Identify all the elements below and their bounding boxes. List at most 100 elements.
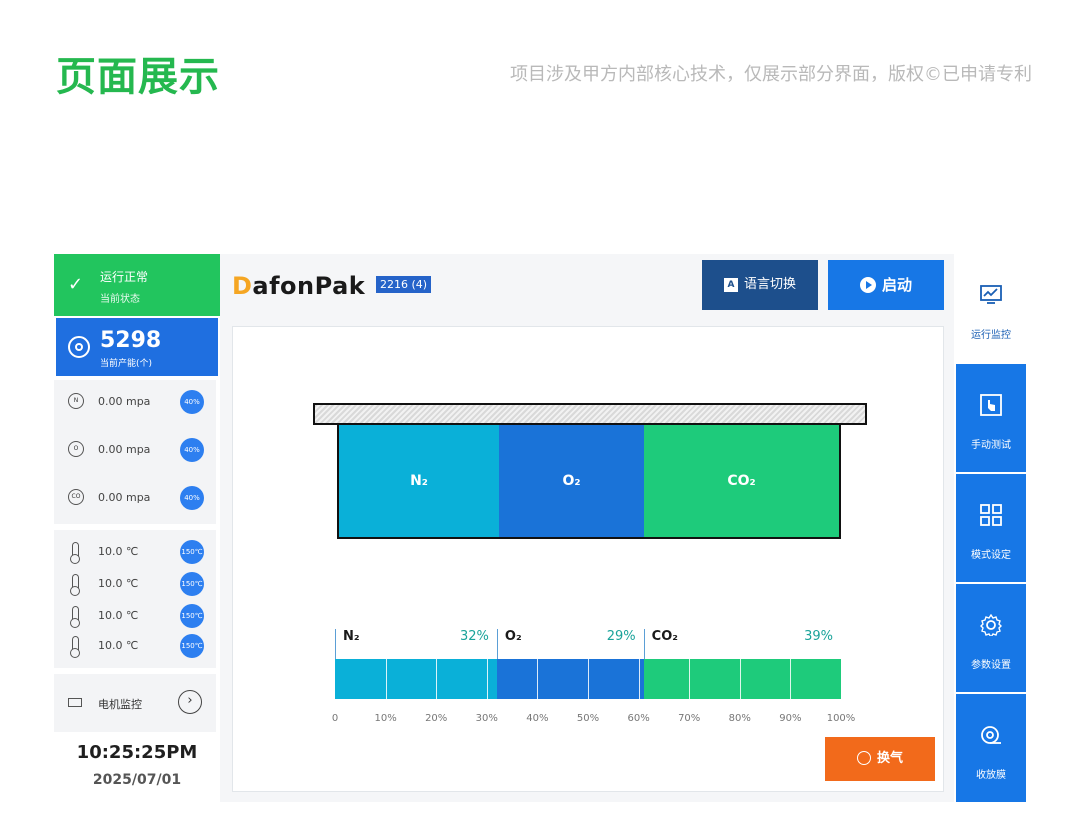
temp-badge: 150℃ — [180, 634, 204, 658]
production-icon — [68, 336, 90, 358]
gas-value: 0.00 mpa — [98, 395, 151, 408]
axis-tick — [638, 659, 640, 699]
axis-tick — [588, 659, 589, 699]
gas-badge: 40% — [180, 438, 204, 462]
tray-segment-0: N₂ — [339, 425, 499, 537]
version-badge: 2216 (4) — [376, 276, 432, 293]
brand-logo-d: D — [232, 272, 253, 300]
bar-series-pct: 32% — [460, 629, 489, 644]
temp-badge: 150℃ — [180, 572, 204, 596]
axis-tick — [537, 659, 539, 699]
thermometer-icon — [70, 542, 80, 564]
bar-divider — [496, 629, 498, 659]
nav-item-label: 模式设定 — [971, 550, 1011, 561]
nav-item-2[interactable]: 模式设定 — [956, 474, 1026, 582]
axis-tick-label: 60% — [627, 713, 650, 724]
axis-tick-label: 50% — [576, 713, 600, 724]
temp-badge: 150℃ — [180, 540, 204, 564]
tray-lid — [313, 403, 867, 425]
temperature-card: 10.0 ℃ 150℃ 10.0 ℃ 150℃ 10.0 ℃ 150℃ 10.0… — [54, 530, 216, 668]
check-icon: ✓ — [68, 274, 84, 295]
language-switch-button[interactable]: A 语言切换 — [702, 260, 818, 310]
temp-row: 10.0 ℃ 150℃ — [66, 604, 216, 628]
temp-value: 10.0 ℃ — [98, 545, 139, 558]
tray-segment-2: CO₂ — [644, 425, 839, 537]
bar-series-name: O₂ — [504, 629, 522, 644]
motor-label: 电机监控 — [98, 698, 142, 711]
axis-tick-label: 30% — [475, 713, 498, 724]
axis-tick-label: 90% — [779, 713, 802, 724]
bar-divider — [335, 629, 336, 659]
status-card: ✓ 运行正常 当前状态 — [54, 254, 220, 316]
ventilate-button[interactable]: 换气 — [825, 737, 935, 781]
temp-value: 10.0 ℃ — [98, 609, 139, 622]
bar-fill-2 — [643, 659, 841, 699]
film-roll-icon — [980, 724, 1002, 746]
motor-monitor-card[interactable]: 电机监控 › — [54, 674, 216, 732]
start-button[interactable]: 启动 — [828, 260, 944, 310]
nav-item-label: 收放膜 — [976, 770, 1006, 781]
axis-tick-label: 0 — [331, 713, 339, 724]
status-subtitle: 当前状态 — [100, 294, 140, 305]
temp-row: 10.0 ℃ 150℃ — [66, 540, 216, 564]
capacity-label: 当前产能(个) — [100, 359, 153, 369]
start-label: 启动 — [881, 276, 912, 294]
copyright-note: 项目涉及甲方内部核心技术，仅展示部分界面，版权©已申请专利 — [510, 64, 1032, 85]
thermometer-icon — [70, 636, 80, 658]
temp-value: 10.0 ℃ — [98, 639, 139, 652]
tray-body: N₂ O₂ CO₂ — [337, 425, 841, 539]
gas-row-n2: N 0.00 mpa 40% — [66, 390, 216, 414]
page-title: 页面展示 — [56, 54, 220, 100]
axis-tick — [436, 659, 438, 699]
bar-fill-0 — [335, 659, 497, 699]
translate-icon: A — [723, 277, 738, 292]
axis-tick — [739, 659, 741, 699]
clock: 10:25:25PM 2025/07/01 — [54, 738, 220, 802]
brand-logo-text: afonPak — [252, 272, 366, 300]
temp-row: 10.0 ℃ 150℃ — [66, 572, 216, 596]
nav-item-1[interactable]: 手动测试 — [956, 364, 1026, 472]
axis-tick — [790, 659, 792, 699]
axis-tick — [486, 659, 488, 699]
nav-item-3[interactable]: 参数设置 — [956, 584, 1026, 692]
axis-tick — [385, 659, 387, 699]
airflow-icon — [856, 750, 871, 765]
nav-item-label: 参数设置 — [971, 660, 1011, 671]
capacity-card: 5298 当前产能(个) — [56, 318, 218, 376]
clock-time: 10:25:25PM — [76, 742, 198, 763]
bar-series-pct: 29% — [606, 629, 636, 644]
language-switch-label: 语言切换 — [743, 277, 796, 292]
gas-ratio-chart: N₂ 32% O₂ 29% CO₂ 39% 0 10% 20% 30% 40% 50% 60% 70% 80… — [332, 629, 855, 724]
nav-item-label: 手动测试 — [971, 440, 1011, 451]
play-icon — [859, 276, 876, 293]
gas-badge: 40% — [180, 486, 204, 510]
grid-icon — [980, 504, 1002, 526]
co2-icon: CO — [68, 489, 84, 505]
gas-badge: 40% — [180, 390, 204, 414]
n2-icon: N — [68, 393, 84, 409]
gear-icon — [980, 613, 1002, 639]
gas-value: 0.00 mpa — [98, 491, 151, 504]
nav-item-0[interactable]: 运行监控 — [956, 254, 1026, 362]
gas-row-o2: O 0.00 mpa 40% — [66, 438, 216, 462]
motor-open-button[interactable]: › — [178, 690, 202, 714]
axis-tick-label: 20% — [425, 713, 448, 724]
bar-fill-1 — [496, 659, 644, 699]
clock-date: 2025/07/01 — [92, 772, 182, 788]
nav-item-4[interactable]: 收放膜 — [956, 694, 1026, 802]
temp-value: 10.0 ℃ — [98, 577, 139, 590]
temp-badge: 150℃ — [180, 604, 204, 628]
axis-tick-label: 100% — [826, 713, 856, 724]
left-panel: ✓ 运行正常 当前状态 5298 当前产能(个) N 0.00 mpa 40% … — [54, 254, 220, 802]
thermometer-icon — [70, 606, 80, 628]
bar-series-pct: 39% — [804, 629, 833, 644]
ventilate-label: 换气 — [876, 751, 903, 766]
bar-series-name: N₂ — [343, 629, 360, 644]
axis-tick-label: 80% — [728, 713, 751, 724]
main-area: DafonPak 2216 (4) A 语言切换 启动 N₂ O₂ CO₂ N₂ 32%… — [220, 254, 954, 802]
gas-row-co2: CO 0.00 mpa 40% — [66, 486, 216, 510]
axis-tick-label: 10% — [374, 713, 397, 724]
gas-value: 0.00 mpa — [98, 443, 151, 456]
capacity-value: 5298 — [100, 328, 162, 353]
status-title: 运行正常 — [100, 270, 149, 284]
